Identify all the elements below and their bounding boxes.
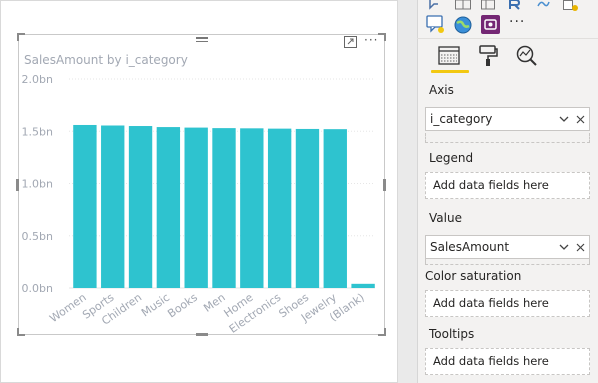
- remove-field-icon[interactable]: [576, 243, 585, 252]
- y-tick-label: 2.0bn: [22, 73, 53, 86]
- bar: [184, 127, 208, 288]
- pane-divider: [417, 38, 598, 39]
- y-tick-label: 0.0bn: [22, 282, 53, 295]
- y-tick-label: 0.5bn: [22, 230, 53, 243]
- axis-field-pill[interactable]: i_category: [425, 107, 590, 131]
- r-script-visual-icon[interactable]: [507, 0, 523, 10]
- power-apps-icon[interactable]: [481, 15, 500, 34]
- y-tick-label: 1.5bn: [22, 125, 53, 138]
- python-visual-icon[interactable]: [536, 0, 550, 10]
- x-tick-label: Women: [47, 291, 88, 325]
- legend-section-label: Legend: [429, 151, 474, 165]
- axis-section-label: Axis: [429, 83, 454, 97]
- value-field-pill[interactable]: SalesAmount: [425, 235, 590, 259]
- more-visuals-icon[interactable]: ···: [509, 14, 525, 30]
- value-field-value: SalesAmount: [430, 240, 510, 254]
- analytics-magnifier-icon[interactable]: [516, 45, 538, 67]
- legend-drop-zone[interactable]: Add data fields here: [425, 172, 590, 199]
- tooltips-section-label: Tooltips: [429, 327, 475, 341]
- tooltips-drop-zone[interactable]: Add data fields here: [425, 348, 590, 375]
- chart-plot: 0.0bn0.5bn1.0bn1.5bn2.0bnWomenSportsChil…: [22, 73, 375, 336]
- qna-visual-icon[interactable]: [426, 15, 446, 35]
- bar: [295, 128, 320, 288]
- chevron-down-icon[interactable]: [559, 244, 569, 251]
- color-saturation-drop-zone[interactable]: Add data fields here: [425, 290, 590, 317]
- bar: [240, 128, 264, 288]
- value-drop-zone[interactable]: [425, 259, 590, 265]
- x-tick-label: Music: [139, 291, 172, 320]
- decomposition-tree-icon[interactable]: [563, 0, 579, 12]
- value-section-label: Value: [429, 211, 462, 225]
- bar: [323, 129, 347, 288]
- bar: [351, 283, 375, 288]
- x-tick-label: Books: [165, 291, 200, 321]
- bar: [128, 126, 153, 289]
- active-tab-indicator: [431, 70, 469, 73]
- arcgis-map-icon[interactable]: [453, 15, 473, 35]
- axis-field-value: i_category: [430, 112, 493, 126]
- format-paint-roller-icon[interactable]: [478, 45, 498, 67]
- remove-field-icon[interactable]: [576, 115, 585, 124]
- y-tick-label: 1.0bn: [22, 178, 53, 191]
- fields-tab-icon[interactable]: [438, 46, 460, 66]
- key-influencers-icon[interactable]: [428, 0, 446, 12]
- bar: [212, 128, 236, 288]
- bar: [101, 125, 125, 288]
- visualizations-panel: ··· Axis i_category Legend Add data fiel…: [398, 0, 598, 383]
- app-root: ··· SalesAmount by i_category 0.0bn 0.5bn…: [0, 0, 598, 383]
- bar: [156, 127, 181, 288]
- bar: [267, 128, 292, 288]
- matrix-visual-icon[interactable]: [481, 0, 495, 10]
- axis-drop-zone[interactable]: [425, 133, 590, 143]
- table-visual-icon[interactable]: [455, 0, 471, 10]
- color-saturation-section-label: Color saturation: [425, 269, 522, 283]
- report-canvas: ··· SalesAmount by i_category 0.0bn 0.5bn…: [0, 0, 398, 383]
- bar: [73, 124, 97, 288]
- chevron-down-icon[interactable]: [559, 116, 569, 123]
